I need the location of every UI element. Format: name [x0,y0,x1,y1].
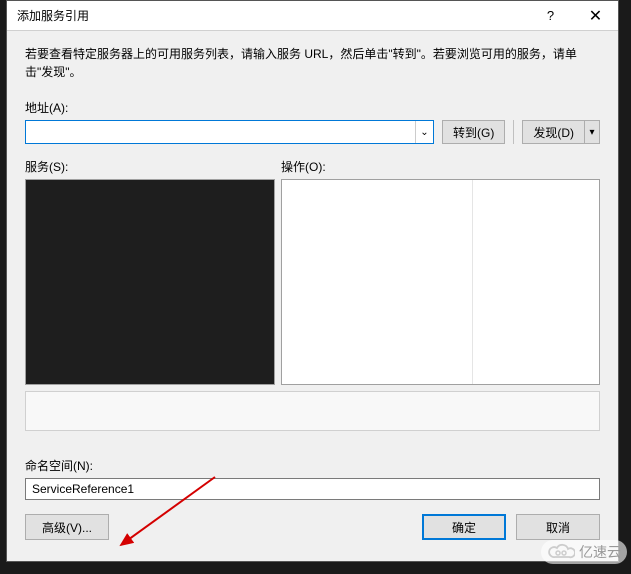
instruction-text: 若要查看特定服务器上的可用服务列表，请输入服务 URL，然后单击"转到"。若要浏… [25,45,600,81]
watermark: 亿速云 [541,540,627,564]
address-dropdown-icon[interactable]: ⌄ [415,121,433,143]
operations-column: 操作(O): [281,158,600,385]
close-button[interactable]: ✕ [573,1,618,31]
dialog-body: 若要查看特定服务器上的可用服务列表，请输入服务 URL，然后单击"转到"。若要浏… [7,31,618,561]
separator [513,120,514,144]
button-row: 高级(V)... 确定 取消 [25,514,600,540]
address-input[interactable] [30,121,411,143]
services-label: 服务(S): [25,158,275,175]
advanced-button[interactable]: 高级(V)... [25,514,109,540]
services-list[interactable] [25,179,275,385]
watermark-text: 亿速云 [579,542,621,562]
discover-button[interactable]: 发现(D) [522,120,584,144]
help-button[interactable]: ? [528,1,573,31]
address-label: 地址(A): [25,99,600,116]
discover-dropdown-button[interactable]: ▾ [584,120,600,144]
address-combobox[interactable]: ⌄ [25,120,434,144]
status-bar [25,391,600,431]
operations-label: 操作(O): [281,158,600,175]
discover-button-group: 发现(D) ▾ [522,120,600,144]
panels-row: 服务(S): 操作(O): [25,158,600,385]
cancel-button[interactable]: 取消 [516,514,600,540]
titlebar: 添加服务引用 ? ✕ [7,1,618,31]
dialog-title: 添加服务引用 [17,7,528,24]
address-row: ⌄ 转到(G) 发现(D) ▾ [25,120,600,144]
namespace-input[interactable] [25,478,600,500]
add-service-reference-dialog: 添加服务引用 ? ✕ 若要查看特定服务器上的可用服务列表，请输入服务 URL，然… [6,0,619,562]
go-button[interactable]: 转到(G) [442,120,505,144]
ok-button[interactable]: 确定 [422,514,506,540]
operations-list[interactable] [281,179,600,385]
main-buttons: 确定 取消 [422,514,600,540]
services-column: 服务(S): [25,158,275,385]
cloud-icon [547,543,575,561]
namespace-label: 命名空间(N): [25,457,600,474]
